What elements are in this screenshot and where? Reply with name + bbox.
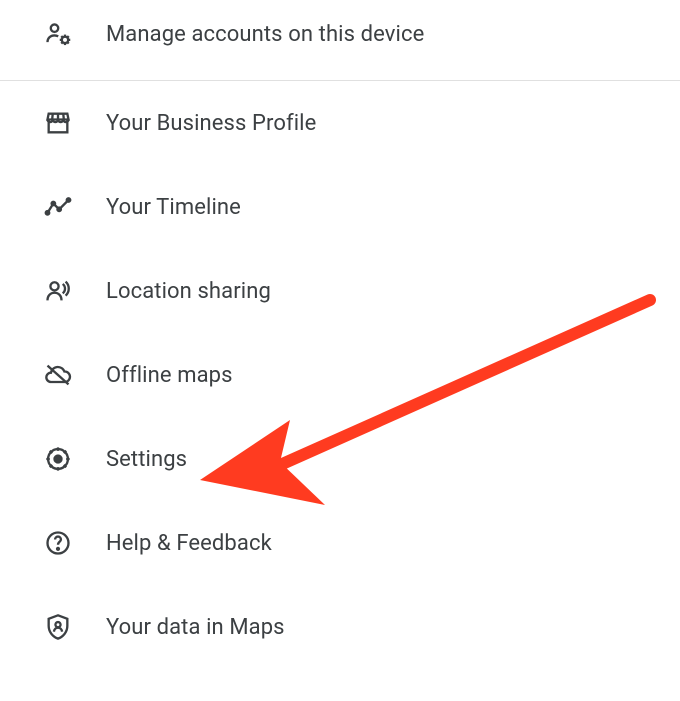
menu-item-business-profile[interactable]: Your Business Profile <box>0 81 680 165</box>
cloud-off-icon <box>42 359 74 391</box>
menu-label: Settings <box>106 447 187 472</box>
menu-label: Your Timeline <box>106 195 241 220</box>
menu-label: Offline maps <box>106 363 233 388</box>
privacy-shield-icon <box>42 611 74 643</box>
timeline-icon <box>42 191 74 223</box>
menu-item-offline-maps[interactable]: Offline maps <box>0 333 680 417</box>
menu-item-location-sharing[interactable]: Location sharing <box>0 249 680 333</box>
menu-item-help-feedback[interactable]: Help & Feedback <box>0 501 680 585</box>
menu-label: Location sharing <box>106 279 271 304</box>
storefront-icon <box>42 107 74 139</box>
menu-item-timeline[interactable]: Your Timeline <box>0 165 680 249</box>
help-icon <box>42 527 74 559</box>
account-menu-list: Manage accounts on this device Your Busi… <box>0 0 680 669</box>
settings-gear-icon <box>42 443 74 475</box>
menu-label: Your data in Maps <box>106 615 285 640</box>
menu-label: Your Business Profile <box>106 111 316 136</box>
location-sharing-icon <box>42 275 74 307</box>
menu-label: Manage accounts on this device <box>106 22 424 47</box>
menu-item-settings[interactable]: Settings <box>0 417 680 501</box>
menu-item-manage-accounts[interactable]: Manage accounts on this device <box>0 0 680 80</box>
menu-label: Help & Feedback <box>106 531 272 556</box>
menu-item-your-data[interactable]: Your data in Maps <box>0 585 680 669</box>
manage-accounts-icon <box>42 18 74 50</box>
